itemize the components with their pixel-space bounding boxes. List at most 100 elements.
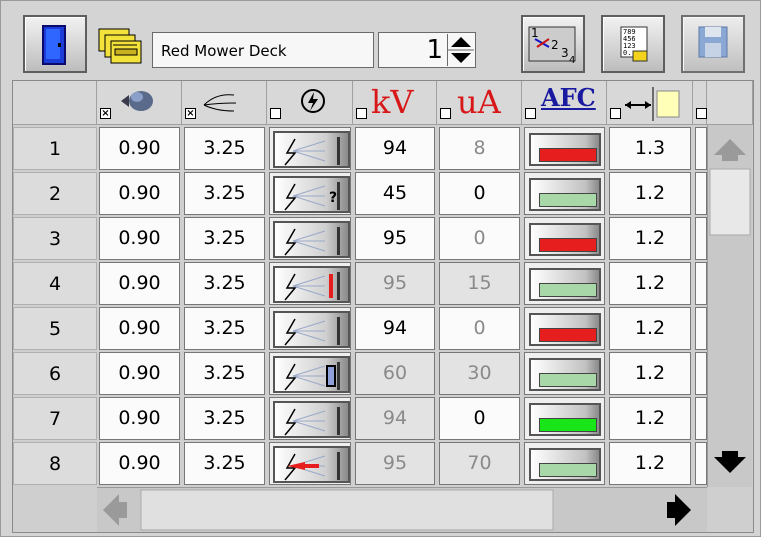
- afc-indicator[interactable]: [524, 172, 605, 215]
- col-header-kv[interactable]: kV: [353, 81, 437, 125]
- afc-status-bar: [539, 283, 597, 297]
- program-number-value: 1: [426, 35, 443, 65]
- fan-cell[interactable]: 3.25: [184, 127, 265, 170]
- horizontal-scrollbar[interactable]: [97, 487, 707, 532]
- row-number[interactable]: 7: [13, 397, 97, 440]
- afc-indicator[interactable]: [524, 127, 605, 170]
- kv-cell[interactable]: 95: [355, 262, 435, 305]
- col-header-afc[interactable]: AFC: [522, 81, 607, 125]
- ua-cell[interactable]: 30: [439, 352, 520, 395]
- dist-cell[interactable]: 1.2: [609, 262, 691, 305]
- gun-state-button[interactable]: ?: [269, 172, 351, 215]
- afc-indicator[interactable]: [524, 442, 605, 485]
- partial-cell[interactable]: [695, 127, 707, 170]
- row-number[interactable]: 5: [13, 307, 97, 350]
- ua-cell[interactable]: 0: [439, 172, 520, 215]
- partial-cell[interactable]: [695, 352, 707, 395]
- partial-cell[interactable]: [695, 217, 707, 260]
- keypad-button[interactable]: 789 456 123 0.-: [601, 15, 665, 73]
- floppy-disk-icon: [698, 26, 728, 58]
- gun-state-button[interactable]: [269, 397, 351, 440]
- kv-cell[interactable]: 45: [355, 172, 435, 215]
- dist-cell[interactable]: 1.2: [609, 307, 691, 350]
- row-number[interactable]: 2: [13, 172, 97, 215]
- ua-cell[interactable]: 0: [439, 307, 520, 350]
- col-header-electrostatic[interactable]: [267, 81, 353, 125]
- kv-cell[interactable]: 94: [355, 397, 435, 440]
- vertical-scrollbar[interactable]: [707, 125, 752, 487]
- gun-state-button[interactable]: [269, 262, 351, 305]
- partial-cell[interactable]: [695, 172, 707, 215]
- kv-cell[interactable]: 94: [355, 307, 435, 350]
- dist-cell[interactable]: 1.2: [609, 352, 691, 395]
- gun-state-button[interactable]: [269, 127, 351, 170]
- ua-cell[interactable]: 0: [439, 397, 520, 440]
- gun-state-button[interactable]: [269, 352, 351, 395]
- fan-cell[interactable]: 3.25: [184, 442, 265, 485]
- dist-cell[interactable]: 1.2: [609, 397, 691, 440]
- partial-cell[interactable]: [695, 442, 707, 485]
- kv-cell[interactable]: 95: [355, 442, 435, 485]
- air-cell[interactable]: 0.90: [99, 442, 180, 485]
- exit-button[interactable]: [23, 15, 87, 73]
- col-checkbox[interactable]: [525, 108, 536, 119]
- ua-cell[interactable]: 8: [439, 127, 520, 170]
- col-checkbox[interactable]: [356, 108, 367, 119]
- air-cell[interactable]: 0.90: [99, 127, 180, 170]
- fan-cell[interactable]: 3.25: [184, 352, 265, 395]
- col-header-distance[interactable]: [607, 81, 693, 125]
- spin-buttons[interactable]: [447, 34, 474, 66]
- air-cell[interactable]: 0.90: [99, 352, 180, 395]
- dist-cell[interactable]: 1.2: [609, 217, 691, 260]
- air-cell[interactable]: 0.90: [99, 172, 180, 215]
- partial-cell[interactable]: [695, 307, 707, 350]
- air-cell[interactable]: 0.90: [99, 217, 180, 260]
- fan-cell[interactable]: 3.25: [184, 307, 265, 350]
- col-header-atomizing-air[interactable]: ×: [97, 81, 182, 125]
- kv-cell[interactable]: 95: [355, 217, 435, 260]
- col-checkbox[interactable]: [696, 108, 707, 119]
- program-number-stepper[interactable]: 1: [378, 32, 476, 68]
- ua-cell[interactable]: 15: [439, 262, 520, 305]
- ua-cell[interactable]: 0: [439, 217, 520, 260]
- dist-cell[interactable]: 1.2: [609, 172, 691, 215]
- gun-state-button[interactable]: [269, 307, 351, 350]
- afc-indicator[interactable]: [524, 307, 605, 350]
- col-header-ua[interactable]: uA: [437, 81, 522, 125]
- kv-cell[interactable]: 94: [355, 127, 435, 170]
- air-cell[interactable]: 0.90: [99, 307, 180, 350]
- row-number[interactable]: 4: [13, 262, 97, 305]
- fan-cell[interactable]: 3.25: [184, 217, 265, 260]
- dist-cell[interactable]: 1.2: [609, 442, 691, 485]
- air-cell[interactable]: 0.90: [99, 262, 180, 305]
- kv-cell[interactable]: 60: [355, 352, 435, 395]
- gun-state-button[interactable]: [269, 217, 351, 260]
- afc-indicator[interactable]: [524, 352, 605, 395]
- col-header-fan-air[interactable]: ×: [182, 81, 267, 125]
- row-number[interactable]: 6: [13, 352, 97, 395]
- partial-cell[interactable]: [695, 397, 707, 440]
- dist-cell[interactable]: 1.3: [609, 127, 691, 170]
- afc-indicator[interactable]: [524, 217, 605, 260]
- program-name-field[interactable]: Red Mower Deck: [152, 32, 374, 68]
- spray-gun-icon: ?: [273, 176, 350, 213]
- row-number[interactable]: 8: [13, 442, 97, 485]
- row-number[interactable]: 1: [13, 127, 97, 170]
- ua-cell[interactable]: 70: [439, 442, 520, 485]
- afc-indicator[interactable]: [524, 397, 605, 440]
- partial-cell[interactable]: [695, 262, 707, 305]
- save-button[interactable]: [681, 15, 745, 73]
- col-checkbox[interactable]: [440, 108, 451, 119]
- row-number[interactable]: 3: [13, 217, 97, 260]
- gun-state-button[interactable]: [269, 442, 351, 485]
- sequence-button[interactable]: 1 2 3 4: [521, 15, 585, 73]
- fan-cell[interactable]: 3.25: [184, 397, 265, 440]
- spray-gun-icon: [273, 266, 350, 303]
- fan-cell[interactable]: 3.25: [184, 262, 265, 305]
- air-cell[interactable]: 0.90: [99, 397, 180, 440]
- fan-air-icon: [203, 94, 237, 112]
- parameter-table: × × kV uA AFC 1 0.90 3.25 94 8 1.3 2 0.9…: [12, 80, 754, 533]
- fan-cell[interactable]: 3.25: [184, 172, 265, 215]
- afc-label: AFC: [541, 83, 596, 112]
- afc-indicator[interactable]: [524, 262, 605, 305]
